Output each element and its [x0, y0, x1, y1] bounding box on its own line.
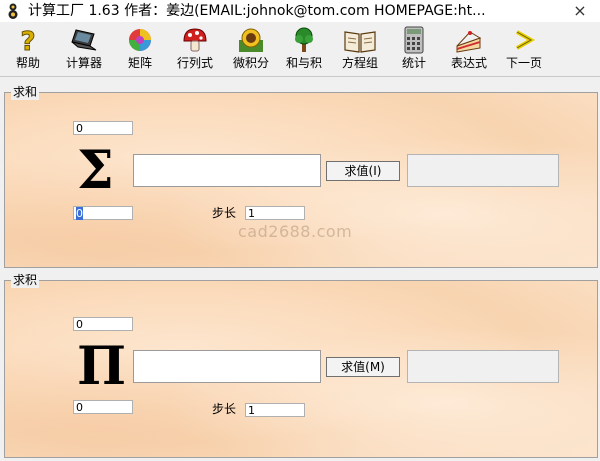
matrix-button[interactable]: 矩阵: [120, 24, 160, 74]
help-label: 帮助: [15, 56, 40, 70]
product-upper-limit-input[interactable]: 0: [73, 317, 133, 331]
equations-button[interactable]: 方程组: [337, 24, 383, 74]
sum-evaluate-button[interactable]: 求值(I): [326, 161, 400, 181]
calculus-button[interactable]: 微积分: [228, 24, 274, 74]
sum-step-input[interactable]: 1: [245, 206, 305, 220]
statistics-button[interactable]: 统计: [397, 24, 431, 74]
sunflower-icon: [239, 28, 263, 52]
sum-lower-limit-input[interactable]: 0: [73, 206, 133, 220]
product-panel: 求积 0 Π 求值(M) 0 步长 1: [4, 272, 598, 458]
sum-result-field: [407, 154, 559, 187]
product-expression-input[interactable]: [133, 350, 321, 383]
product-result-field: [407, 350, 559, 383]
calculator-label: 计算器: [65, 56, 102, 70]
swirl-icon: [129, 29, 151, 51]
sum-panel: 求和 0 Σ 求值(I) 0 步长 1: [4, 84, 598, 268]
next-page-button[interactable]: 下一页: [501, 24, 547, 74]
toolbar: ? 帮助 计算器 矩阵 行列式 微积分 和与积 方程组 统计 表达式 下一页: [0, 22, 600, 77]
product-symbol: Π: [77, 336, 127, 397]
matrix-label: 矩阵: [127, 56, 152, 70]
product-evaluate-button[interactable]: 求值(M): [326, 357, 400, 377]
statistics-label: 统计: [401, 56, 426, 70]
product-lower-limit-input[interactable]: 0: [73, 400, 133, 414]
sum-symbol: Σ: [77, 140, 114, 201]
sum-panel-legend: 求和: [11, 84, 40, 100]
calculator-icon: [404, 26, 424, 54]
laptop-icon: [71, 29, 97, 51]
calculus-label: 微积分: [232, 56, 269, 70]
help-button[interactable]: ? 帮助: [8, 24, 48, 74]
tree-icon: [295, 27, 313, 52]
equations-label: 方程组: [341, 56, 378, 70]
watermark-text: cad2688.com: [238, 222, 353, 241]
cake-icon: [456, 31, 482, 53]
close-button[interactable]: ×: [566, 0, 594, 22]
title-bar: 计算工厂 1.63 作者：姜边(EMAIL:johnok@tom.com HOM…: [0, 0, 600, 22]
sum-upper-limit-input[interactable]: 0: [73, 121, 133, 135]
svg-text:?: ?: [20, 27, 35, 54]
sum-product-label: 和与积: [285, 56, 322, 70]
window-title: 计算工厂 1.63 作者：姜边(EMAIL:johnok@tom.com HOM…: [28, 3, 486, 19]
expression-button[interactable]: 表达式: [446, 24, 492, 74]
book-icon: [344, 31, 376, 53]
expression-label: 表达式: [450, 56, 487, 70]
product-step-label: 步长: [212, 402, 237, 416]
question-icon: ?: [20, 27, 36, 55]
next-page-label: 下一页: [505, 56, 542, 70]
arrow-icon: [516, 30, 536, 50]
sum-expression-input[interactable]: [133, 154, 321, 187]
product-step-input[interactable]: 1: [245, 403, 305, 417]
product-panel-legend: 求积: [11, 272, 40, 288]
determinant-button[interactable]: 行列式: [172, 24, 218, 74]
mushroom-icon: [183, 28, 207, 52]
calculator-button[interactable]: 计算器: [60, 24, 108, 74]
determinant-label: 行列式: [176, 56, 213, 70]
sum-product-button[interactable]: 和与积: [284, 24, 324, 74]
app-icon: [8, 3, 18, 19]
sum-step-label: 步长: [212, 206, 237, 220]
